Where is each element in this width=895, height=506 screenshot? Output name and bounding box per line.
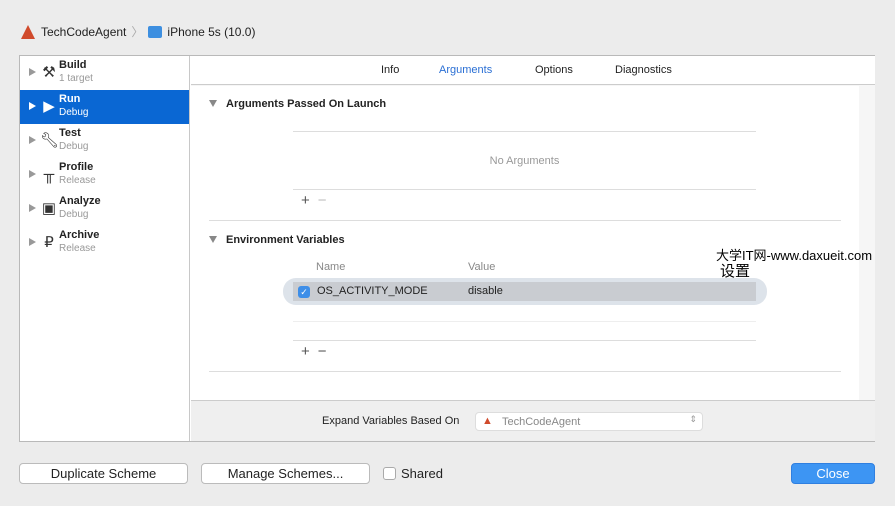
sidebar-item-analyze[interactable]: ▣ Analyze Debug <box>20 192 189 226</box>
expand-variables-bar: Expand Variables Based On ▲ TechCodeAgent… <box>191 400 875 441</box>
disclosure-icon[interactable] <box>29 136 36 144</box>
section-arguments[interactable]: Arguments Passed On Launch <box>209 98 386 110</box>
duplicate-scheme-button[interactable]: Duplicate Scheme <box>19 463 188 484</box>
hammer-icon: ⚒ <box>42 64 56 81</box>
tab-info[interactable]: Info <box>381 64 399 76</box>
app-icon <box>20 24 36 40</box>
shared-checkbox[interactable] <box>383 467 396 480</box>
popup-value: TechCodeAgent <box>502 416 581 428</box>
divider <box>209 371 841 372</box>
sidebar-item-title: Build <box>59 59 87 71</box>
chevron-right-icon: 〉 <box>131 25 144 39</box>
disclosure-icon[interactable] <box>29 204 36 212</box>
divider <box>293 131 756 132</box>
shared-label: Shared <box>401 466 443 481</box>
sidebar-item-profile[interactable]: ╥ Profile Release <box>20 158 189 192</box>
no-arguments-label: No Arguments <box>489 155 560 167</box>
disclosure-icon[interactable] <box>29 68 36 76</box>
sidebar-item-subtitle: 1 target <box>59 73 93 84</box>
divider <box>209 220 841 221</box>
watermark: 大学IT网-www.daxueit.com 设置 <box>716 245 872 281</box>
sidebar-item-title: Analyze <box>59 195 101 207</box>
scheme-actions-sidebar: ⚒ Build 1 target ▶ Run Debug 🔧︎ Test Debug ╥ Pr… <box>20 56 190 441</box>
sidebar-item-title: Test <box>59 127 81 139</box>
disclosure-down-icon <box>209 236 217 243</box>
divider <box>293 340 756 341</box>
arguments-content: Arguments Passed On Launch No Arguments … <box>191 86 859 400</box>
divider <box>293 321 756 322</box>
gauge-icon: ╥ <box>43 166 55 183</box>
sidebar-item-title: Profile <box>59 161 94 173</box>
add-argument-button[interactable]: + <box>301 192 318 209</box>
expand-variables-label: Expand Variables Based On <box>322 415 460 427</box>
section-title: Environment Variables <box>226 234 345 246</box>
section-title: Arguments Passed On Launch <box>226 98 387 110</box>
sidebar-item-title: Archive <box>59 229 100 241</box>
close-button[interactable]: Close <box>791 463 875 484</box>
column-header-name[interactable]: Name <box>316 261 345 273</box>
breadcrumb: TechCodeAgent 〉 iPhone 5s (10.0) <box>20 23 255 40</box>
play-icon: ▶ <box>43 98 55 115</box>
column-header-value[interactable]: Value <box>468 261 495 273</box>
tab-arguments[interactable]: Arguments <box>439 64 492 76</box>
sidebar-item-subtitle: Debug <box>59 141 89 152</box>
disclosure-icon[interactable] <box>29 102 36 110</box>
tab-diagnostics[interactable]: Diagnostics <box>615 64 672 76</box>
divider <box>293 189 756 190</box>
table-row[interactable]: ✓ OS_ACTIVITY_MODE disable <box>293 282 756 301</box>
env-add-remove: +− <box>301 343 335 360</box>
sidebar-item-subtitle: Release <box>59 243 96 254</box>
argument-add-remove: +− <box>301 192 335 209</box>
disclosure-icon[interactable] <box>29 170 36 178</box>
sidebar-item-archive[interactable]: ₽ Archive Release <box>20 226 189 260</box>
disclosure-icon[interactable] <box>29 238 36 246</box>
sidebar-item-subtitle: Release <box>59 175 96 186</box>
disclosure-down-icon <box>209 100 217 107</box>
sidebar-item-subtitle: Debug <box>59 107 89 118</box>
analyze-icon: ▣ <box>41 200 57 217</box>
sidebar-item-title: Run <box>59 93 81 105</box>
sidebar-item-subtitle: Debug <box>59 209 89 220</box>
device-icon <box>148 25 163 38</box>
manage-schemes-button[interactable]: Manage Schemes... <box>201 463 370 484</box>
sidebar-item-run[interactable]: ▶ Run Debug <box>20 90 189 124</box>
shared-checkbox-group[interactable]: Shared <box>383 466 443 481</box>
updown-chevron-icon: ⇕ <box>689 414 697 424</box>
tab-options[interactable]: Options <box>535 64 573 76</box>
remove-argument-button[interactable]: − <box>318 192 335 209</box>
section-environment[interactable]: Environment Variables <box>209 234 345 246</box>
remove-variable-button[interactable]: − <box>318 343 335 360</box>
variable-name[interactable]: OS_ACTIVITY_MODE <box>317 285 428 297</box>
sidebar-item-test[interactable]: 🔧︎ Test Debug <box>20 124 189 158</box>
expand-variables-popup[interactable]: ▲ TechCodeAgent ⇕ <box>475 412 703 431</box>
wrench-icon: 🔧︎ <box>40 132 60 149</box>
archive-icon: ₽ <box>44 234 54 251</box>
breadcrumb-project[interactable]: TechCodeAgent <box>41 25 126 39</box>
breadcrumb-device[interactable]: iPhone 5s (10.0) <box>167 25 255 39</box>
sidebar-item-build[interactable]: ⚒ Build 1 target <box>20 56 189 90</box>
add-variable-button[interactable]: + <box>301 343 318 360</box>
tab-bar: Info Arguments Options Diagnostics <box>191 56 875 85</box>
app-icon: ▲ <box>482 415 493 427</box>
enabled-checkbox[interactable]: ✓ <box>298 286 310 298</box>
variable-value[interactable]: disable <box>468 285 503 297</box>
